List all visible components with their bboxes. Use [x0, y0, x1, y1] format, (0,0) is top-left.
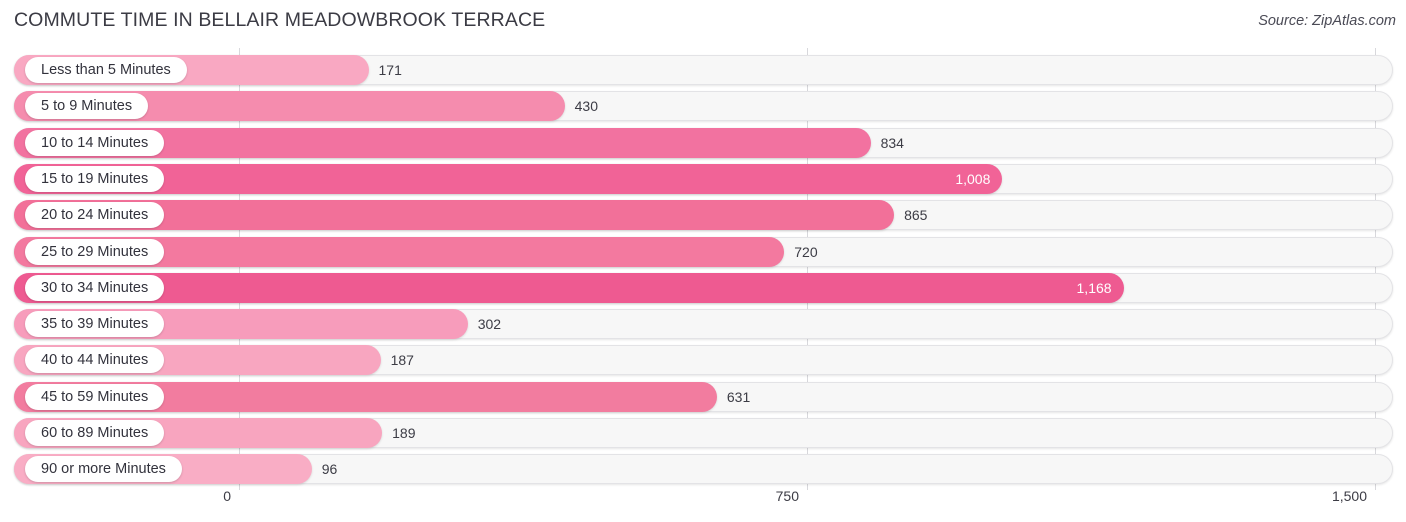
page-title: COMMUTE TIME IN BELLAIR MEADOWBROOK TERR…: [14, 9, 546, 31]
chart-row: 834 10 to 14 Minutes: [0, 127, 1406, 158]
source-attribution: Source: ZipAtlas.com: [1258, 13, 1396, 29]
category-label: 35 to 39 Minutes: [25, 311, 165, 338]
category-label: 40 to 44 Minutes: [25, 347, 165, 374]
bar-value-label: 631: [726, 388, 751, 405]
category-label: 30 to 34 Minutes: [25, 274, 165, 301]
bar-value-label: 1,008: [955, 170, 991, 187]
chart-row: 96 90 or more Minutes: [0, 454, 1406, 485]
category-label: 15 to 19 Minutes: [25, 165, 165, 192]
category-label: 10 to 14 Minutes: [25, 129, 165, 156]
chart-row: 187 40 to 44 Minutes: [0, 345, 1406, 376]
bar-value-label: 865: [904, 207, 928, 224]
chart-row: 720 25 to 29 Minutes: [0, 236, 1406, 267]
bar-value-label: 171: [378, 62, 402, 78]
chart-row: 302 35 to 39 Minutes: [0, 309, 1406, 340]
bar-value-label: 1,168: [1076, 279, 1112, 296]
category-label: 90 or more Minutes: [25, 456, 182, 483]
x-tick-label: 750: [775, 488, 799, 504]
bar-value-label: 430: [574, 98, 598, 115]
bar-value-label: 189: [392, 425, 416, 441]
x-tick-label: 1,500: [1331, 488, 1367, 504]
bar-value-label: 302: [477, 316, 502, 333]
chart-row: 171 Less than 5 Minutes: [0, 55, 1406, 85]
chart-row: 631 45 to 59 Minutes: [0, 381, 1406, 412]
category-label: 20 to 24 Minutes: [25, 202, 165, 229]
chart-header: COMMUTE TIME IN BELLAIR MEADOWBROOK TERR…: [0, 0, 1406, 46]
category-label: 25 to 29 Minutes: [25, 238, 165, 265]
chart-row: 1,008 15 to 19 Minutes: [0, 163, 1406, 194]
category-label: 5 to 9 Minutes: [25, 93, 149, 120]
bar-value-label: 834: [880, 134, 904, 151]
x-tick-label: 0: [223, 488, 231, 504]
chart-row: 865 20 to 24 Minutes: [0, 200, 1406, 231]
category-label: 60 to 89 Minutes: [25, 420, 165, 446]
chart-row: 430 5 to 9 Minutes: [0, 91, 1406, 122]
category-label: 45 to 59 Minutes: [25, 383, 165, 410]
bar[interactable]: 1,168: [14, 272, 1124, 303]
category-label: Less than 5 Minutes: [25, 57, 187, 83]
chart-row: 189 60 to 89 Minutes: [0, 418, 1406, 448]
chart-row: 1,168 30 to 34 Minutes: [0, 272, 1406, 303]
bar-value-label: 720: [794, 243, 818, 260]
chart-plot-area: 171 Less than 5 Minutes 430 5 to 9 Minutes 8…: [0, 46, 1406, 490]
x-axis: 0 750 1,500: [0, 488, 1406, 522]
bar-value-label: 96: [321, 461, 338, 478]
bar-value-label: 187: [390, 352, 414, 369]
